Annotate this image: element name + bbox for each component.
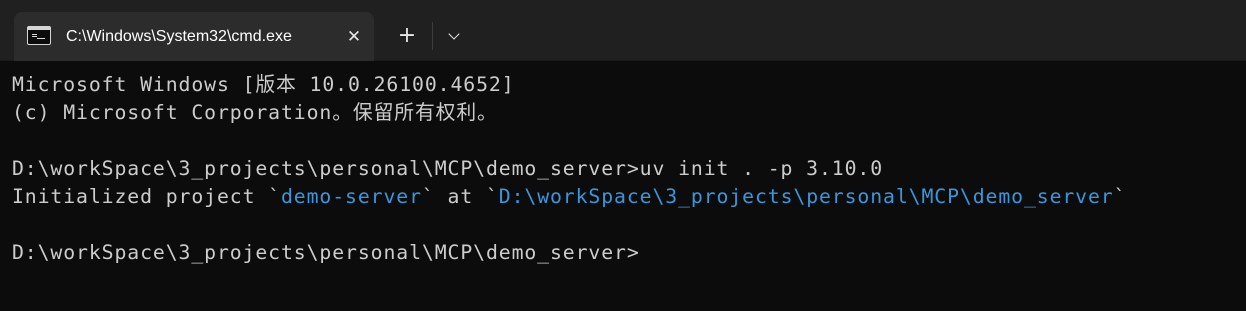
close-tab-button[interactable]: ✕ bbox=[342, 26, 366, 48]
chevron-down-icon bbox=[448, 28, 460, 40]
project-name-text: demo-server bbox=[281, 185, 422, 208]
plus-icon: + bbox=[397, 23, 417, 48]
tab-divider bbox=[432, 22, 433, 50]
tab-title: C:\Windows\System32\cmd.exe bbox=[66, 28, 292, 45]
terminal-window: C:\Windows\System32\cmd.exe ✕ + Microsof… bbox=[0, 0, 1246, 311]
console-line-command: D:\workSpace\3_projects\personal\MCP\dem… bbox=[12, 157, 884, 180]
init-prefix-text: Initialized project ` bbox=[12, 185, 281, 208]
console-line-blank-2 bbox=[12, 211, 1246, 239]
console-line-init-result: Initialized project `demo-server` at `D:… bbox=[12, 183, 1246, 211]
close-icon: ✕ bbox=[346, 27, 362, 47]
new-tab-button[interactable]: + bbox=[392, 22, 422, 50]
tab-cmd[interactable]: C:\Windows\System32\cmd.exe ✕ bbox=[14, 12, 374, 61]
project-path-text: D:\workSpace\3_projects\personal\MCP\dem… bbox=[498, 185, 1114, 208]
console-line-copyright: (c) Microsoft Corporation。保留所有权利。 bbox=[12, 101, 498, 124]
init-middle-text: ` at ` bbox=[421, 185, 499, 208]
init-suffix-text: ` bbox=[1113, 185, 1127, 208]
console-output[interactable]: Microsoft Windows [版本 10.0.26100.4652] (… bbox=[0, 61, 1246, 311]
tab-bar: C:\Windows\System32\cmd.exe ✕ + bbox=[0, 0, 1246, 61]
console-line-version: Microsoft Windows [版本 10.0.26100.4652] bbox=[12, 73, 515, 96]
terminal-icon bbox=[27, 26, 51, 45]
tab-dropdown-button[interactable] bbox=[440, 22, 468, 50]
console-prompt[interactable]: D:\workSpace\3_projects\personal\MCP\dem… bbox=[12, 239, 1246, 267]
